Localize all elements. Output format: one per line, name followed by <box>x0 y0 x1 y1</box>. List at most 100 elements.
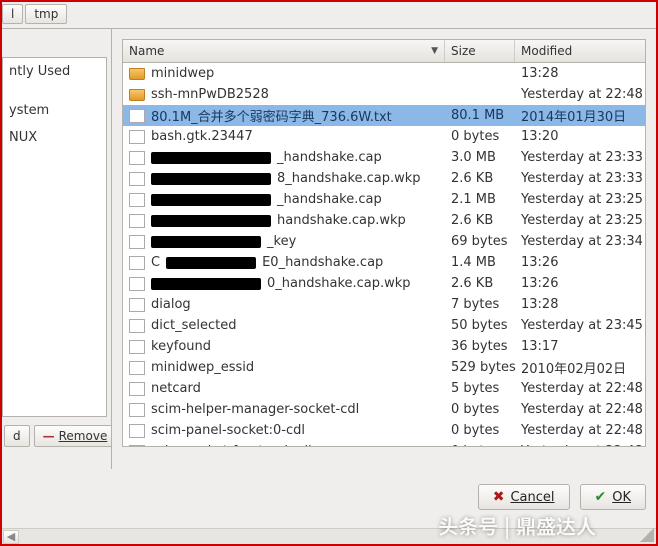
table-row[interactable]: minidwep_essid529 bytes2010年02月02日 <box>123 357 645 378</box>
file-modified: 13:26 <box>515 276 645 291</box>
file-list[interactable]: Name ▼ Size Modified minidwep 13:28 ssh-mn… <box>122 39 646 447</box>
table-row[interactable]: bash.gtk.23447 0 bytes13:20 <box>123 126 645 147</box>
table-row[interactable]: _key 69 bytesYesterday at 23:34 <box>123 231 645 252</box>
file-icon <box>129 172 145 186</box>
file-icon <box>129 382 145 396</box>
file-modified: 2014年01月30日 <box>515 106 645 125</box>
file-size: 0 bytes <box>445 129 515 144</box>
file-name-suffix: E0_handshake.cap <box>262 255 383 270</box>
file-name: minidwep_essid <box>151 360 254 375</box>
file-modified: Yesterday at 22:48 <box>515 423 645 438</box>
cancel-icon: ✖ <box>493 489 505 505</box>
file-icon <box>129 130 145 144</box>
file-name: scim-panel-socket:0-cdl <box>151 423 305 438</box>
file-icon <box>129 151 145 165</box>
file-modified: 2010年02月02日 <box>515 358 645 377</box>
file-name-prefix: C <box>151 255 160 270</box>
file-modified: 13:28 <box>515 297 645 312</box>
file-modified: Yesterday at 23:33 <box>515 150 645 165</box>
table-row[interactable]: _handshake.cap2.1 MBYesterday at 23:25 <box>123 189 645 210</box>
file-icon <box>129 361 145 375</box>
crumb-tmp[interactable]: tmp <box>25 4 67 24</box>
file-modified: Yesterday at 23:25 <box>515 213 645 228</box>
file-icon <box>129 109 145 123</box>
place-system[interactable]: ystem <box>3 97 106 124</box>
file-modified: Yesterday at 23:34 <box>515 234 645 249</box>
table-row[interactable]: ssh-mnPwDB2528Yesterday at 22:48 <box>123 84 645 105</box>
table-row[interactable]: _handshake.cap3.0 MBYesterday at 23:33 <box>123 147 645 168</box>
resize-grip-icon[interactable] <box>640 528 654 542</box>
file-size: 1.4 MB <box>445 255 515 270</box>
file-icon <box>129 403 145 417</box>
file-icon <box>129 256 145 270</box>
folder-icon <box>129 68 145 80</box>
sort-indicator-icon: ▼ <box>431 46 438 56</box>
table-row[interactable]: minidwep 13:28 <box>123 63 645 84</box>
file-name: 80.1M_合并多个弱密码字典_736.6W.txt <box>151 106 392 125</box>
table-row[interactable]: 0_handshake.cap.wkp2.6 KB13:26 <box>123 273 645 294</box>
file-icon <box>129 214 145 228</box>
remove-place-button[interactable]: —Remove <box>34 425 112 447</box>
table-row[interactable]: scim-helper-manager-socket-cdl0 bytesYes… <box>123 399 645 420</box>
redacted-text <box>151 278 261 290</box>
file-modified: Yesterday at 22:48 <box>515 444 645 447</box>
cancel-button[interactable]: ✖ Cancel <box>478 484 570 510</box>
table-row[interactable]: netcard 5 bytesYesterday at 22:48 <box>123 378 645 399</box>
file-modified: 13:28 <box>515 66 645 81</box>
file-modified: Yesterday at 22:48 <box>515 381 645 396</box>
file-icon <box>129 319 145 333</box>
place-recently-used[interactable]: ntly Used <box>3 58 106 85</box>
table-row[interactable]: dialog7 bytes13:28 <box>123 294 645 315</box>
table-row[interactable]: scim-socket-frontend-cdl0 bytesYesterday… <box>123 441 645 447</box>
file-name: keyfound <box>151 339 211 354</box>
column-header-size[interactable]: Size <box>445 40 515 62</box>
column-header-modified[interactable]: Modified <box>515 40 645 62</box>
file-size: 3.0 MB <box>445 150 515 165</box>
file-name-suffix: handshake.cap.wkp <box>277 213 406 228</box>
file-modified: 13:20 <box>515 129 645 144</box>
file-icon <box>129 424 145 438</box>
file-modified: 13:26 <box>515 255 645 270</box>
places-list: ntly Used ystem NUX <box>2 57 107 417</box>
file-modified: Yesterday at 23:45 <box>515 318 645 333</box>
table-row[interactable]: 8_handshake.cap.wkp2.6 KBYesterday at 23… <box>123 168 645 189</box>
redacted-text <box>151 173 271 185</box>
table-row[interactable]: 80.1M_合并多个弱密码字典_736.6W.txt 80.1 MB2014年01… <box>123 105 645 126</box>
table-row[interactable]: keyfound36 bytes13:17 <box>123 336 645 357</box>
file-name-suffix: 0_handshake.cap.wkp <box>267 276 411 291</box>
file-size: 5 bytes <box>445 381 515 396</box>
file-name-suffix: _handshake.cap <box>277 192 382 207</box>
file-size: 36 bytes <box>445 339 515 354</box>
redacted-text <box>151 215 271 227</box>
file-size: 69 bytes <box>445 234 515 249</box>
file-size: 80.1 MB <box>445 108 515 123</box>
table-row[interactable]: handshake.cap.wkp 2.6 KBYesterday at 23:2… <box>123 210 645 231</box>
file-modified: Yesterday at 22:48 <box>515 402 645 417</box>
file-modified: Yesterday at 23:33 <box>515 171 645 186</box>
file-name: dialog <box>151 297 191 312</box>
file-name: netcard <box>151 381 201 396</box>
table-row[interactable]: dict_selected50 bytesYesterday at 23:45 <box>123 315 645 336</box>
file-icon <box>129 235 145 249</box>
add-place-button[interactable]: d <box>4 425 30 447</box>
table-row[interactable]: scim-panel-socket:0-cdl0 bytesYesterday … <box>123 420 645 441</box>
file-list-header: Name ▼ Size Modified <box>123 40 645 63</box>
redacted-text <box>151 236 261 248</box>
ok-button[interactable]: ✔ OK <box>580 484 647 510</box>
place-blank[interactable] <box>3 85 106 97</box>
tab-scroll-left[interactable]: ◀ <box>3 530 19 544</box>
file-icon <box>129 298 145 312</box>
file-name: scim-helper-manager-socket-cdl <box>151 402 359 417</box>
crumb-prev[interactable]: l <box>2 4 23 24</box>
place-nux[interactable]: NUX <box>3 124 106 151</box>
table-row[interactable]: C E0_handshake.cap 1.4 MB13:26 <box>123 252 645 273</box>
column-header-name[interactable]: Name ▼ <box>123 40 445 62</box>
file-size: 2.6 KB <box>445 171 515 186</box>
file-name: bash.gtk.23447 <box>151 129 253 144</box>
file-size: 2.6 KB <box>445 213 515 228</box>
folder-icon <box>129 89 145 101</box>
file-name: ssh-mnPwDB2528 <box>151 87 269 102</box>
redacted-text <box>166 257 256 269</box>
file-name: minidwep <box>151 66 214 81</box>
file-name-suffix: _key <box>267 234 296 249</box>
